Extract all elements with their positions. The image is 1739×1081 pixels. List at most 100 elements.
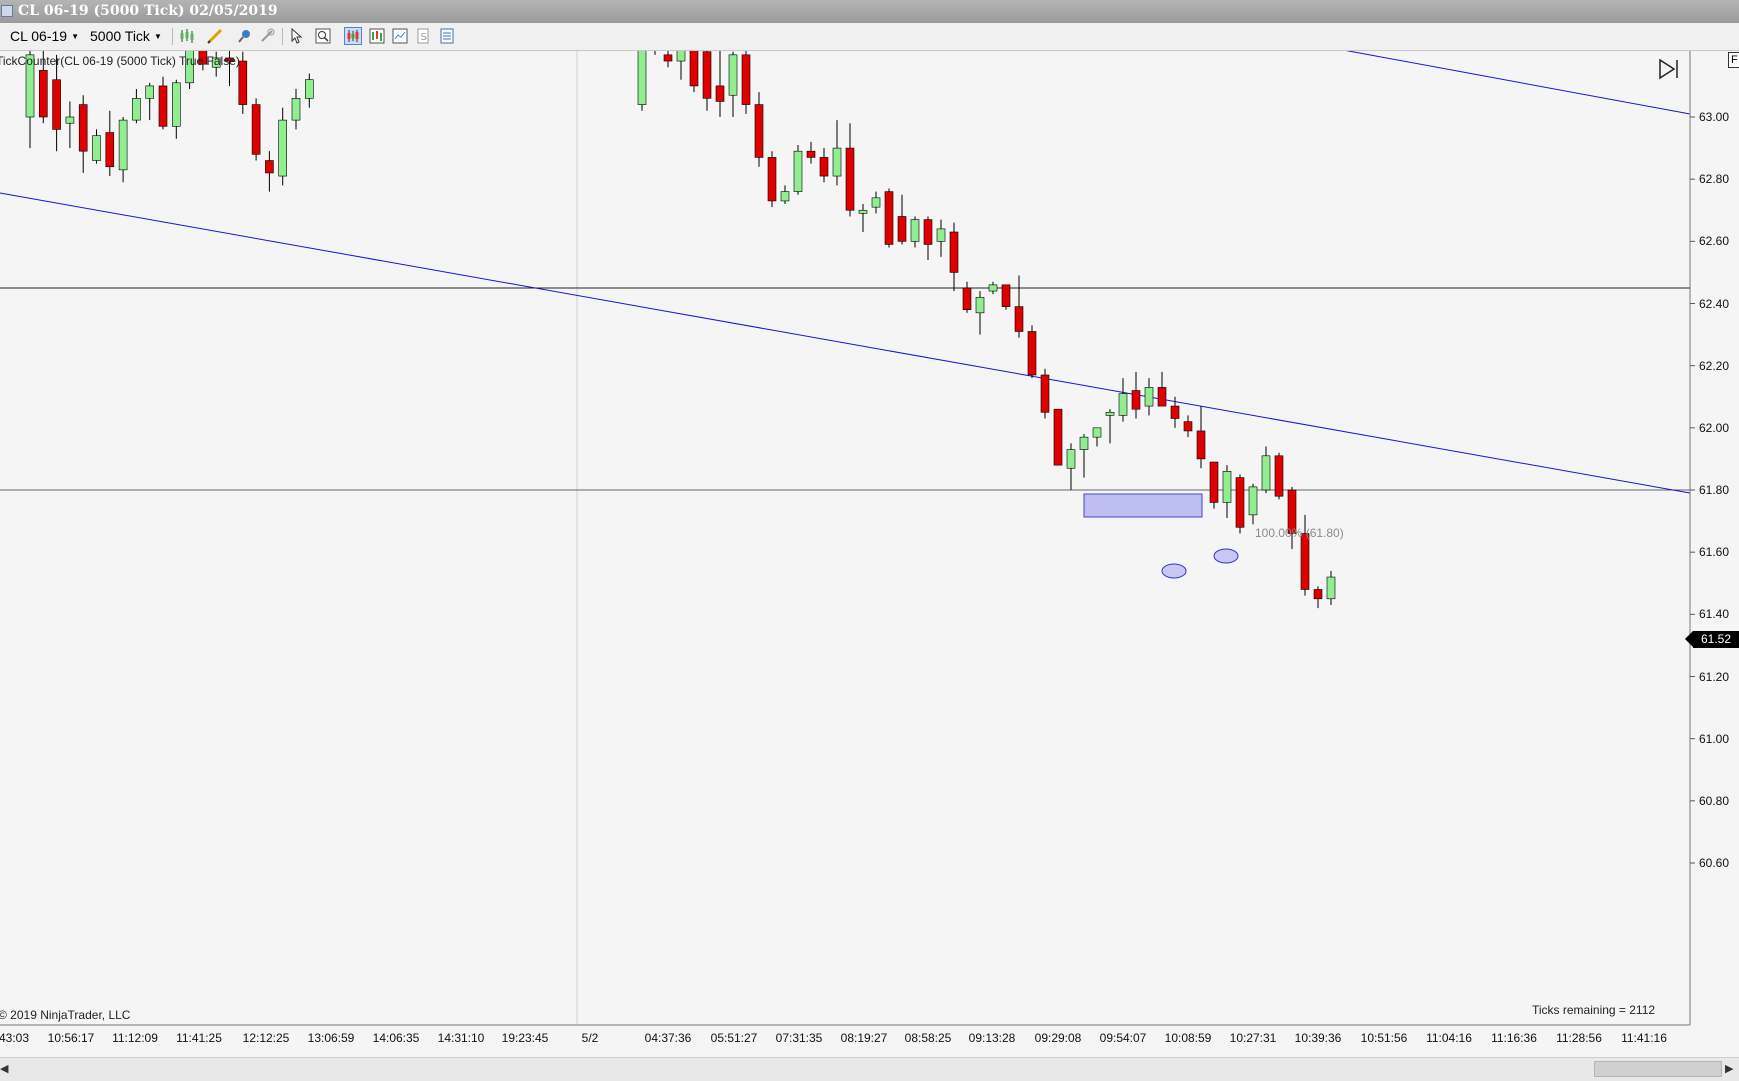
candle[interactable] (715, 51, 725, 117)
candle[interactable] (1053, 408, 1063, 466)
properties-icon[interactable] (391, 27, 409, 45)
candle-body-down (1196, 430, 1206, 460)
trendline-upper[interactable] (1327, 51, 1691, 115)
candle[interactable] (1222, 465, 1232, 518)
data-box-icon[interactable] (368, 27, 386, 45)
candle-body-down (158, 85, 168, 127)
candle[interactable] (65, 101, 75, 149)
candle[interactable] (767, 151, 777, 208)
candle[interactable] (702, 51, 712, 111)
candle[interactable] (1027, 325, 1037, 379)
candle[interactable] (1079, 434, 1089, 478)
candle[interactable] (158, 76, 168, 130)
scroll-to-end-icon[interactable] (1657, 57, 1681, 81)
strategy-icon[interactable]: S (414, 27, 432, 45)
candle[interactable] (1248, 483, 1258, 525)
candle[interactable] (52, 54, 61, 152)
chart-style-icon[interactable] (344, 27, 362, 45)
candle[interactable] (910, 216, 920, 248)
candle[interactable] (1157, 371, 1167, 407)
candle[interactable] (793, 144, 803, 195)
interval-selector[interactable]: 5000 Tick ▼ (90, 26, 162, 46)
candle[interactable] (105, 110, 115, 177)
candle[interactable] (92, 129, 101, 164)
candle[interactable] (291, 89, 301, 130)
candle[interactable] (132, 89, 141, 124)
candle-body-down (702, 51, 712, 99)
horizontal-scrollbar[interactable]: ◀ ▶ (0, 1057, 1739, 1081)
indicators-icon[interactable] (438, 27, 456, 45)
candle[interactable] (1144, 378, 1154, 416)
candle[interactable] (265, 151, 274, 192)
supply-zone-rectangle[interactable] (1083, 493, 1203, 518)
candle[interactable] (923, 216, 933, 260)
candle[interactable] (637, 51, 647, 111)
zoom-icon[interactable] (314, 27, 332, 45)
candle[interactable] (689, 51, 699, 93)
candle-body-up (793, 150, 803, 192)
marker-ellipse[interactable] (1161, 563, 1187, 579)
candle[interactable] (1014, 275, 1024, 338)
attach-icon[interactable] (258, 27, 276, 45)
candle[interactable] (780, 185, 790, 205)
candle[interactable] (1092, 427, 1102, 447)
candle[interactable] (78, 95, 88, 173)
candle[interactable] (145, 82, 154, 121)
candle[interactable] (988, 281, 998, 295)
marker-icon[interactable] (236, 27, 254, 45)
candle[interactable] (845, 123, 855, 217)
instrument-selector[interactable]: CL 06-19 ▼ (10, 26, 79, 46)
candle[interactable] (251, 98, 261, 161)
candle[interactable] (1001, 284, 1011, 310)
candle[interactable] (1274, 452, 1284, 500)
candle[interactable] (118, 117, 128, 183)
candle[interactable] (238, 51, 248, 114)
price-chart[interactable] (0, 51, 1739, 1055)
candle[interactable] (1235, 474, 1245, 534)
candle[interactable] (304, 73, 314, 108)
candle[interactable] (1040, 368, 1050, 419)
candle[interactable] (936, 219, 946, 257)
candle[interactable] (897, 194, 907, 245)
candle[interactable] (172, 79, 181, 139)
candle[interactable] (975, 291, 985, 335)
candle[interactable] (1131, 371, 1141, 419)
candlesticks[interactable] (25, 51, 1336, 609)
candle[interactable] (1105, 409, 1115, 444)
candle[interactable] (1066, 443, 1076, 490)
scroll-right-icon[interactable]: ▶ (1725, 1058, 1739, 1080)
candle[interactable] (806, 141, 816, 164)
candle[interactable] (832, 120, 842, 186)
candle[interactable] (278, 107, 288, 186)
bar-type-icon[interactable] (178, 27, 196, 45)
candle[interactable] (949, 222, 959, 292)
candle[interactable] (1313, 586, 1323, 609)
candle-body-up (118, 119, 128, 171)
candle[interactable] (651, 51, 659, 55)
candle[interactable] (858, 204, 868, 233)
scrollbar-thumb[interactable] (1594, 1061, 1722, 1077)
marker-ellipse[interactable] (1213, 548, 1239, 564)
candle[interactable] (962, 281, 972, 313)
side-panel-tab[interactable]: F (1728, 52, 1739, 68)
candle[interactable] (754, 92, 764, 167)
candle[interactable] (1261, 446, 1271, 494)
candle[interactable] (1183, 415, 1193, 438)
candle[interactable] (741, 51, 751, 114)
cursor-icon[interactable] (288, 27, 306, 45)
candle[interactable] (676, 51, 686, 80)
time-axis-label: 09:13:28 (968, 1031, 1016, 1045)
drawing-tools-icon[interactable] (206, 27, 224, 45)
candle[interactable] (884, 188, 894, 248)
candle[interactable] (1326, 570, 1336, 606)
candle[interactable] (1118, 378, 1128, 422)
horizontal-lines[interactable] (0, 287, 1690, 491)
candle[interactable] (871, 191, 881, 214)
candle[interactable] (819, 148, 829, 183)
candle[interactable] (1196, 406, 1206, 469)
candle[interactable] (728, 51, 738, 117)
candle[interactable] (663, 51, 673, 68)
candle[interactable] (1209, 461, 1219, 509)
trendline-lower[interactable] (0, 192, 1691, 494)
scroll-left-icon[interactable]: ◀ (0, 1058, 14, 1080)
